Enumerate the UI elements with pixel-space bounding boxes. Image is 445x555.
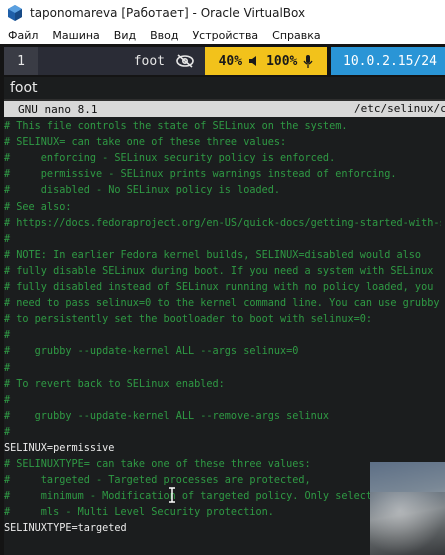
menu-view[interactable]: Вид [114, 29, 136, 42]
config-line: SELINUX=permissive [4, 442, 115, 454]
waybar: 1 foot 40% 100% 10.0.2.15/24 [0, 47, 445, 75]
comment-line: # fully disable SELinux during boot. If … [4, 265, 434, 277]
comment-line: # fully disabled instead of SELinux runn… [4, 282, 434, 294]
comment-line: # https://docs.fedoraproject.org/en-US/q… [4, 217, 441, 229]
comment-line: # enforcing - SELinux security policy is… [4, 153, 336, 165]
vbox-menu-bar: Файл Машина Вид Ввод Устройства Справка [0, 26, 445, 44]
vbox-title-bar: taponomareva [Работает] - Oracle Virtual… [0, 0, 445, 26]
comment-line: # This file controls the state of SELinu… [4, 121, 348, 133]
guest-display[interactable]: 1 foot 40% 100% 10.0.2.15/24 foot GNU na… [0, 44, 445, 555]
comment-line: # grubby --update-kernel ALL --remove-ar… [4, 410, 330, 422]
idle-inhibitor-eye-slash-icon[interactable] [175, 54, 195, 68]
menu-input[interactable]: Ввод [150, 29, 178, 42]
comment-line: # See also: [4, 201, 72, 213]
menu-help[interactable]: Справка [272, 29, 320, 42]
menu-file[interactable]: Файл [8, 29, 38, 42]
comment-line: # [4, 362, 11, 374]
menu-devices[interactable]: Устройства [192, 29, 258, 42]
window-title: taponomareva [Работает] - Oracle Virtual… [30, 6, 306, 20]
network-module[interactable]: 10.0.2.15/24 [331, 47, 445, 75]
comment-line: # To revert back to SELinux enabled: [4, 378, 225, 390]
comment-line: # permissive - SELinux prints warnings i… [4, 169, 397, 181]
comment-line: # [4, 394, 11, 406]
webcam-overlay-image [370, 462, 445, 555]
comment-line [4, 103, 441, 119]
terminal-title-bar: foot [4, 77, 445, 101]
workspace-button[interactable]: 1 [4, 47, 38, 75]
window-title-module: foot [38, 47, 205, 75]
comment-line: # SELINUX= can take one of these three v… [4, 137, 287, 149]
terminal-title: foot [10, 80, 38, 96]
speaker-icon [249, 56, 257, 66]
text-cursor-icon [169, 487, 175, 503]
comment-line: # NOTE: In earlier Fedora kernel builds,… [4, 249, 422, 261]
comment-line: # need to pass selinux=0 to the kernel c… [4, 298, 440, 310]
comment-line: # disabled - No SELinux policy is loaded… [4, 185, 281, 197]
comment-line: # [4, 426, 11, 438]
mic-value: 100% [266, 53, 298, 69]
comment-line: # [4, 233, 11, 245]
network-address: 10.0.2.15/24 [343, 53, 437, 69]
microphone-icon [303, 54, 313, 68]
workspace-label: 1 [17, 53, 25, 69]
comment-line: # grubby --update-kernel ALL --args seli… [4, 346, 299, 358]
comment-line: # to persistently set the bootloader to … [4, 314, 373, 326]
virtualbox-app-icon [8, 5, 22, 21]
webcam-shade [370, 492, 445, 555]
comment-line: # [4, 330, 11, 342]
menu-machine[interactable]: Машина [52, 29, 99, 42]
volume-value: 40% [218, 53, 243, 69]
audio-module[interactable]: 40% 100% [205, 47, 327, 75]
focused-window-title: foot [133, 53, 165, 69]
